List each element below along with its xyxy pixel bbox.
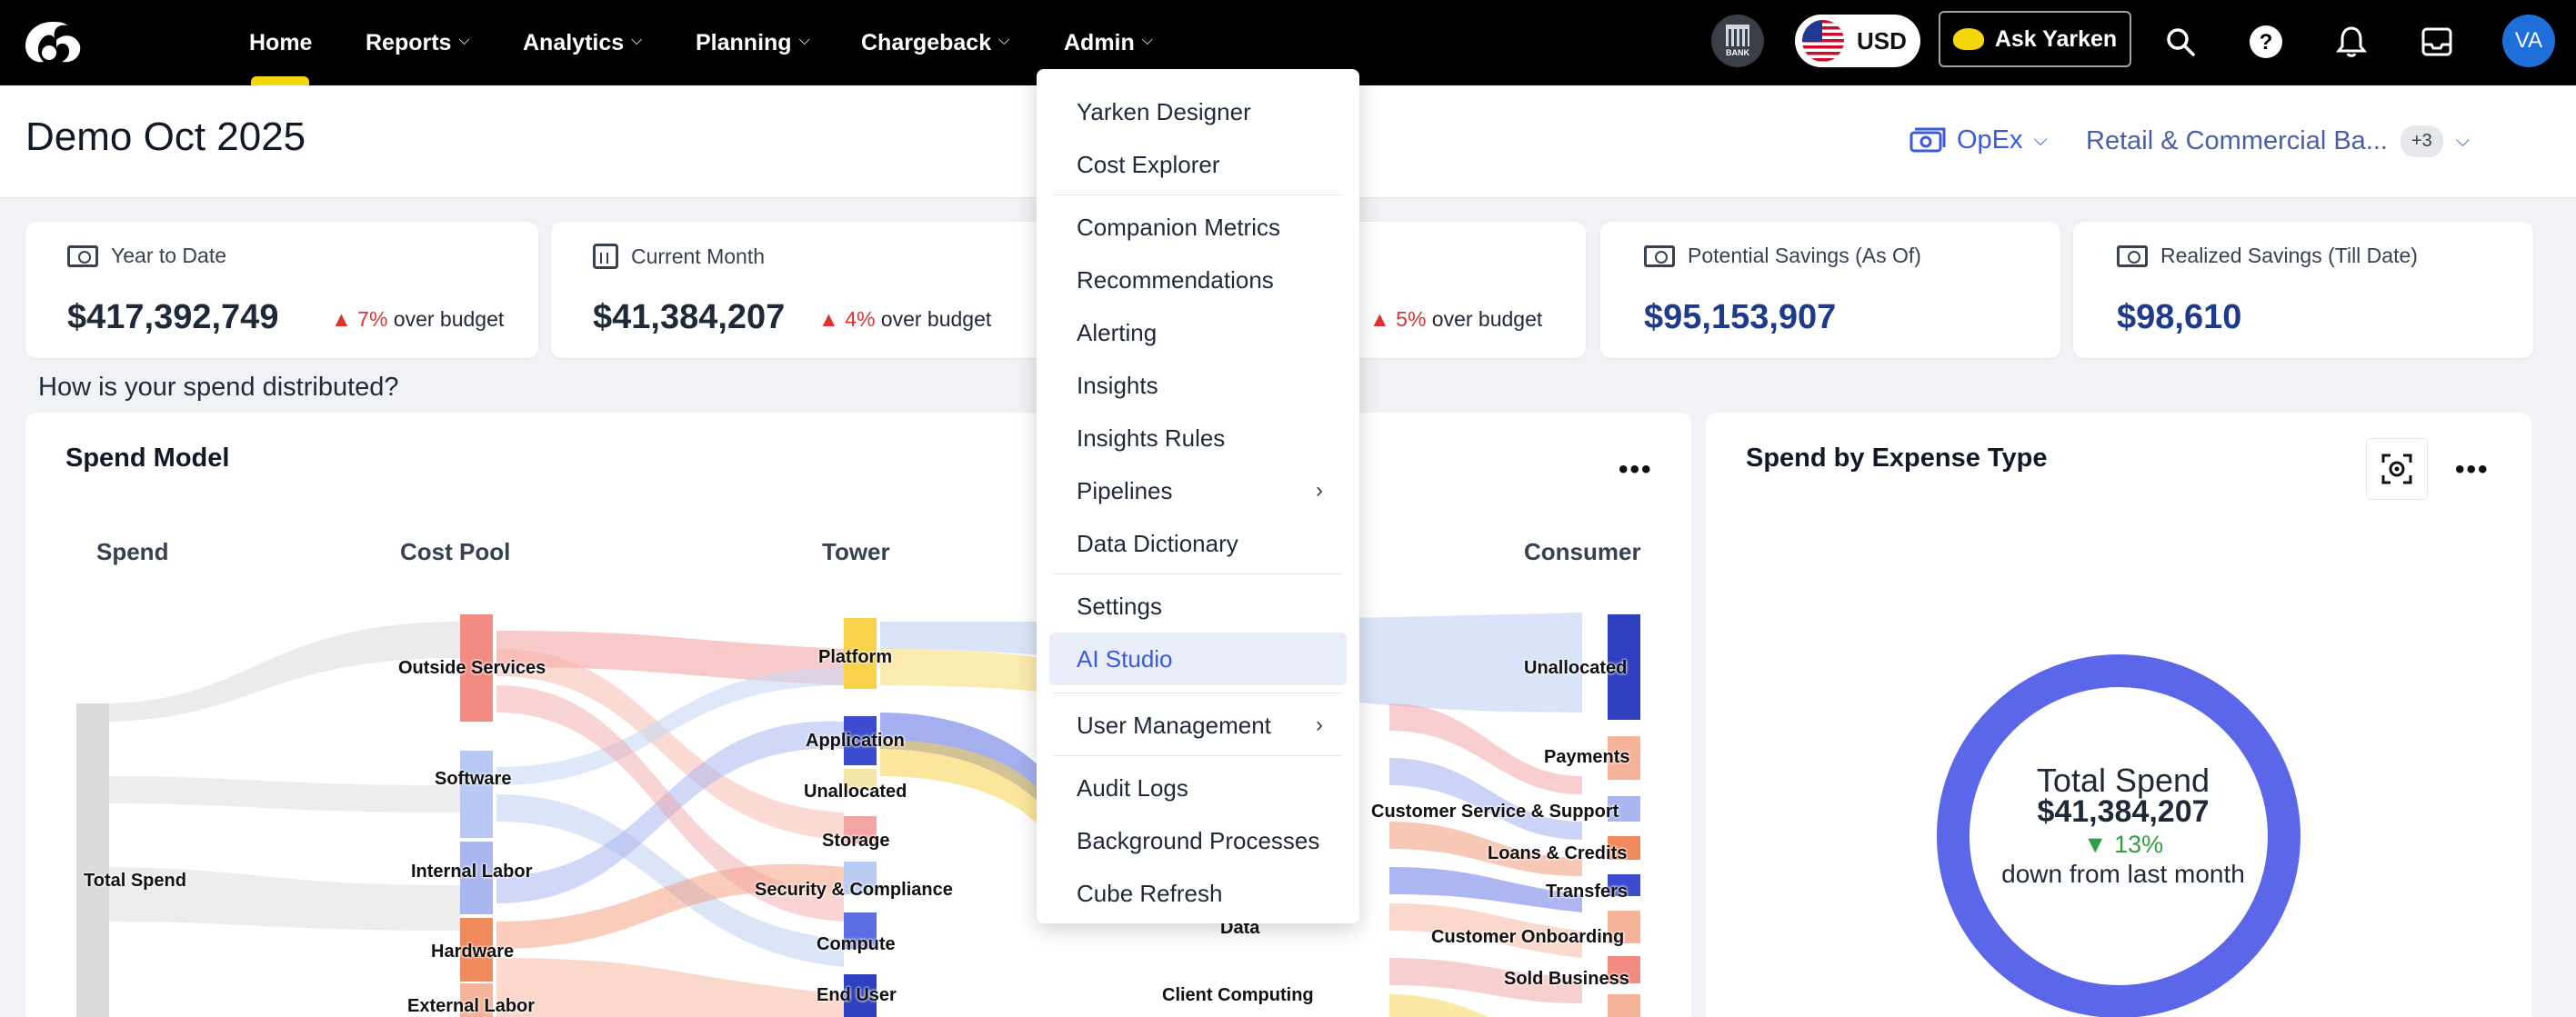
menu-item-insights-rules[interactable]: Insights Rules xyxy=(1037,412,1359,464)
kpi-card-ytd[interactable]: Year to Date $417,392,749 ▲ 7% over budg… xyxy=(25,222,538,358)
search-icon[interactable] xyxy=(2159,20,2202,64)
sankey-node-label[interactable]: Platform xyxy=(818,647,892,668)
chevron-down-icon: ⌵ xyxy=(458,33,470,48)
svg-text:?: ? xyxy=(2260,30,2273,55)
menu-divider xyxy=(1053,194,1343,195)
kpi-card-current-month[interactable]: Current Month $41,384,207 ▲ 4% over budg… xyxy=(551,222,1064,358)
chevron-down-icon: ⌵ xyxy=(2455,131,2470,151)
kpi-delta: ▲ 5% over budget xyxy=(1369,307,1543,331)
focus-icon xyxy=(2381,454,2412,484)
bell-icon[interactable] xyxy=(2330,20,2373,64)
menu-item-alerting[interactable]: Alerting xyxy=(1037,306,1359,359)
chevron-down-icon: ⌵ xyxy=(1141,33,1153,48)
chevron-right-icon: › xyxy=(1316,478,1323,503)
sankey-node-label[interactable]: Application xyxy=(806,731,905,752)
sankey-node-label[interactable]: Hardware xyxy=(431,942,514,962)
menu-item-yarken-designer[interactable]: Yarken Designer xyxy=(1037,85,1359,138)
nav-chargeback[interactable]: Chargeback ⌵ xyxy=(861,0,1009,85)
kpi-card-realized-savings[interactable]: Realized Savings (Till Date) $98,610 xyxy=(2073,222,2533,358)
sankey-node-label[interactable]: Customer Onboarding xyxy=(1431,927,1624,948)
menu-item-cost-explorer[interactable]: Cost Explorer xyxy=(1037,138,1359,191)
opex-selector[interactable]: OpEx ⌵ xyxy=(1909,125,2048,155)
chevron-down-icon: ⌵ xyxy=(798,33,810,48)
donut-center-subtext: down from last month xyxy=(2001,860,2245,888)
sankey-node-label[interactable]: Security & Compliance xyxy=(755,880,953,901)
yarken-mini-logo-icon xyxy=(1952,28,1984,50)
inbox-icon[interactable] xyxy=(2415,20,2459,64)
sankey-node-label[interactable]: Client Computing xyxy=(1162,985,1314,1006)
sankey-node-label[interactable]: End User xyxy=(817,985,897,1006)
chevron-down-icon: ⌵ xyxy=(998,33,1010,48)
menu-divider xyxy=(1053,755,1343,756)
menu-divider xyxy=(1053,573,1343,574)
menu-item-cube-refresh[interactable]: Cube Refresh xyxy=(1037,867,1359,920)
nav-home[interactable]: Home xyxy=(249,0,312,85)
currency-selector[interactable]: USD xyxy=(1795,15,1920,67)
menu-item-background-processes[interactable]: Background Processes xyxy=(1037,814,1359,867)
menu-item-pipelines[interactable]: Pipelines › xyxy=(1037,464,1359,517)
nav-active-indicator xyxy=(251,76,309,85)
sankey-node-label[interactable]: Sold Business xyxy=(1504,969,1629,990)
menu-item-user-management[interactable]: User Management › xyxy=(1037,699,1359,752)
kpi-delta: ▲ 7% over budget xyxy=(331,307,505,331)
yarken-logo[interactable] xyxy=(22,16,84,67)
menu-item-insights[interactable]: Insights xyxy=(1037,359,1359,412)
focus-view-button[interactable] xyxy=(2366,438,2428,500)
sankey-node-label[interactable]: Total Spend xyxy=(84,871,186,892)
sankey-node-label[interactable]: Customer Service & Support xyxy=(1371,802,1619,823)
money-icon xyxy=(1644,244,1675,267)
help-icon[interactable]: ? xyxy=(2244,20,2288,64)
donut-center-delta: ▼ 13% xyxy=(2082,831,2164,858)
nav-reports[interactable]: Reports ⌵ xyxy=(366,0,470,85)
menu-item-ai-studio[interactable]: AI Studio xyxy=(1049,633,1347,685)
sankey-node-label[interactable]: Unallocated xyxy=(1524,658,1627,679)
donut-center-value: $41,384,207 xyxy=(2037,794,2210,829)
money-icon xyxy=(67,244,98,267)
user-avatar[interactable]: VA xyxy=(2502,15,2555,67)
spend-model-panel: Spend Model ••• Spend Cost Pool Tower Co… xyxy=(25,413,1691,1017)
chevron-down-icon: ⌵ xyxy=(2033,130,2048,150)
menu-item-settings[interactable]: Settings xyxy=(1037,580,1359,633)
sankey-node-label[interactable]: Outside Services xyxy=(398,658,546,679)
sankey-node-label[interactable]: Storage xyxy=(822,831,889,852)
scope-count-badge: +3 xyxy=(2401,125,2443,157)
chevron-down-icon: ⌵ xyxy=(631,33,643,48)
admin-dropdown-menu: Yarken Designer Cost Explorer Companion … xyxy=(1037,69,1359,923)
us-flag-icon xyxy=(1802,20,1844,62)
sankey-node-label[interactable]: External Labor xyxy=(407,996,535,1017)
menu-item-audit-logs[interactable]: Audit Logs xyxy=(1037,762,1359,814)
kpi-delta: ▲ 4% over budget xyxy=(818,307,992,331)
chevron-right-icon: › xyxy=(1316,713,1323,737)
kpi-card-potential-savings[interactable]: Potential Savings (As Of) $95,153,907 xyxy=(1600,222,2060,358)
sankey-node-label[interactable]: Unallocated xyxy=(804,782,907,803)
menu-item-companion-metrics[interactable]: Companion Metrics xyxy=(1037,201,1359,254)
sankey-node-label[interactable]: Transfers xyxy=(1546,882,1628,902)
money-icon xyxy=(1909,127,1946,152)
nav-analytics[interactable]: Analytics ⌵ xyxy=(523,0,642,85)
expense-type-panel: Spend by Expense Type ••• Total Spend $4… xyxy=(1706,413,2531,1017)
panel-title: Spend by Expense Type xyxy=(1746,444,2048,473)
bank-icon[interactable]: BANK xyxy=(1711,15,1764,67)
calendar-icon xyxy=(593,244,618,269)
page-title: Demo Oct 2025 xyxy=(25,115,306,159)
money-icon xyxy=(2117,244,2148,267)
scope-selector[interactable]: Retail & Commercial Ba... +3 ⌵ xyxy=(2086,125,2470,157)
menu-item-recommendations[interactable]: Recommendations xyxy=(1037,254,1359,306)
sankey-node-label[interactable]: Payments xyxy=(1544,747,1630,768)
more-options-icon[interactable]: ••• xyxy=(2455,454,2490,485)
sankey-node-label[interactable]: Loans & Credits xyxy=(1488,843,1627,864)
sankey-node-label[interactable]: Compute xyxy=(817,934,896,955)
ask-yarken-button[interactable]: Ask Yarken xyxy=(1939,11,2131,67)
section-question: How is your spend distributed? xyxy=(38,373,399,402)
sankey-node-label[interactable]: Software xyxy=(435,769,511,790)
nav-planning[interactable]: Planning ⌵ xyxy=(696,0,810,85)
sankey-node-label[interactable]: Internal Labor xyxy=(411,862,532,882)
menu-item-data-dictionary[interactable]: Data Dictionary xyxy=(1037,517,1359,570)
